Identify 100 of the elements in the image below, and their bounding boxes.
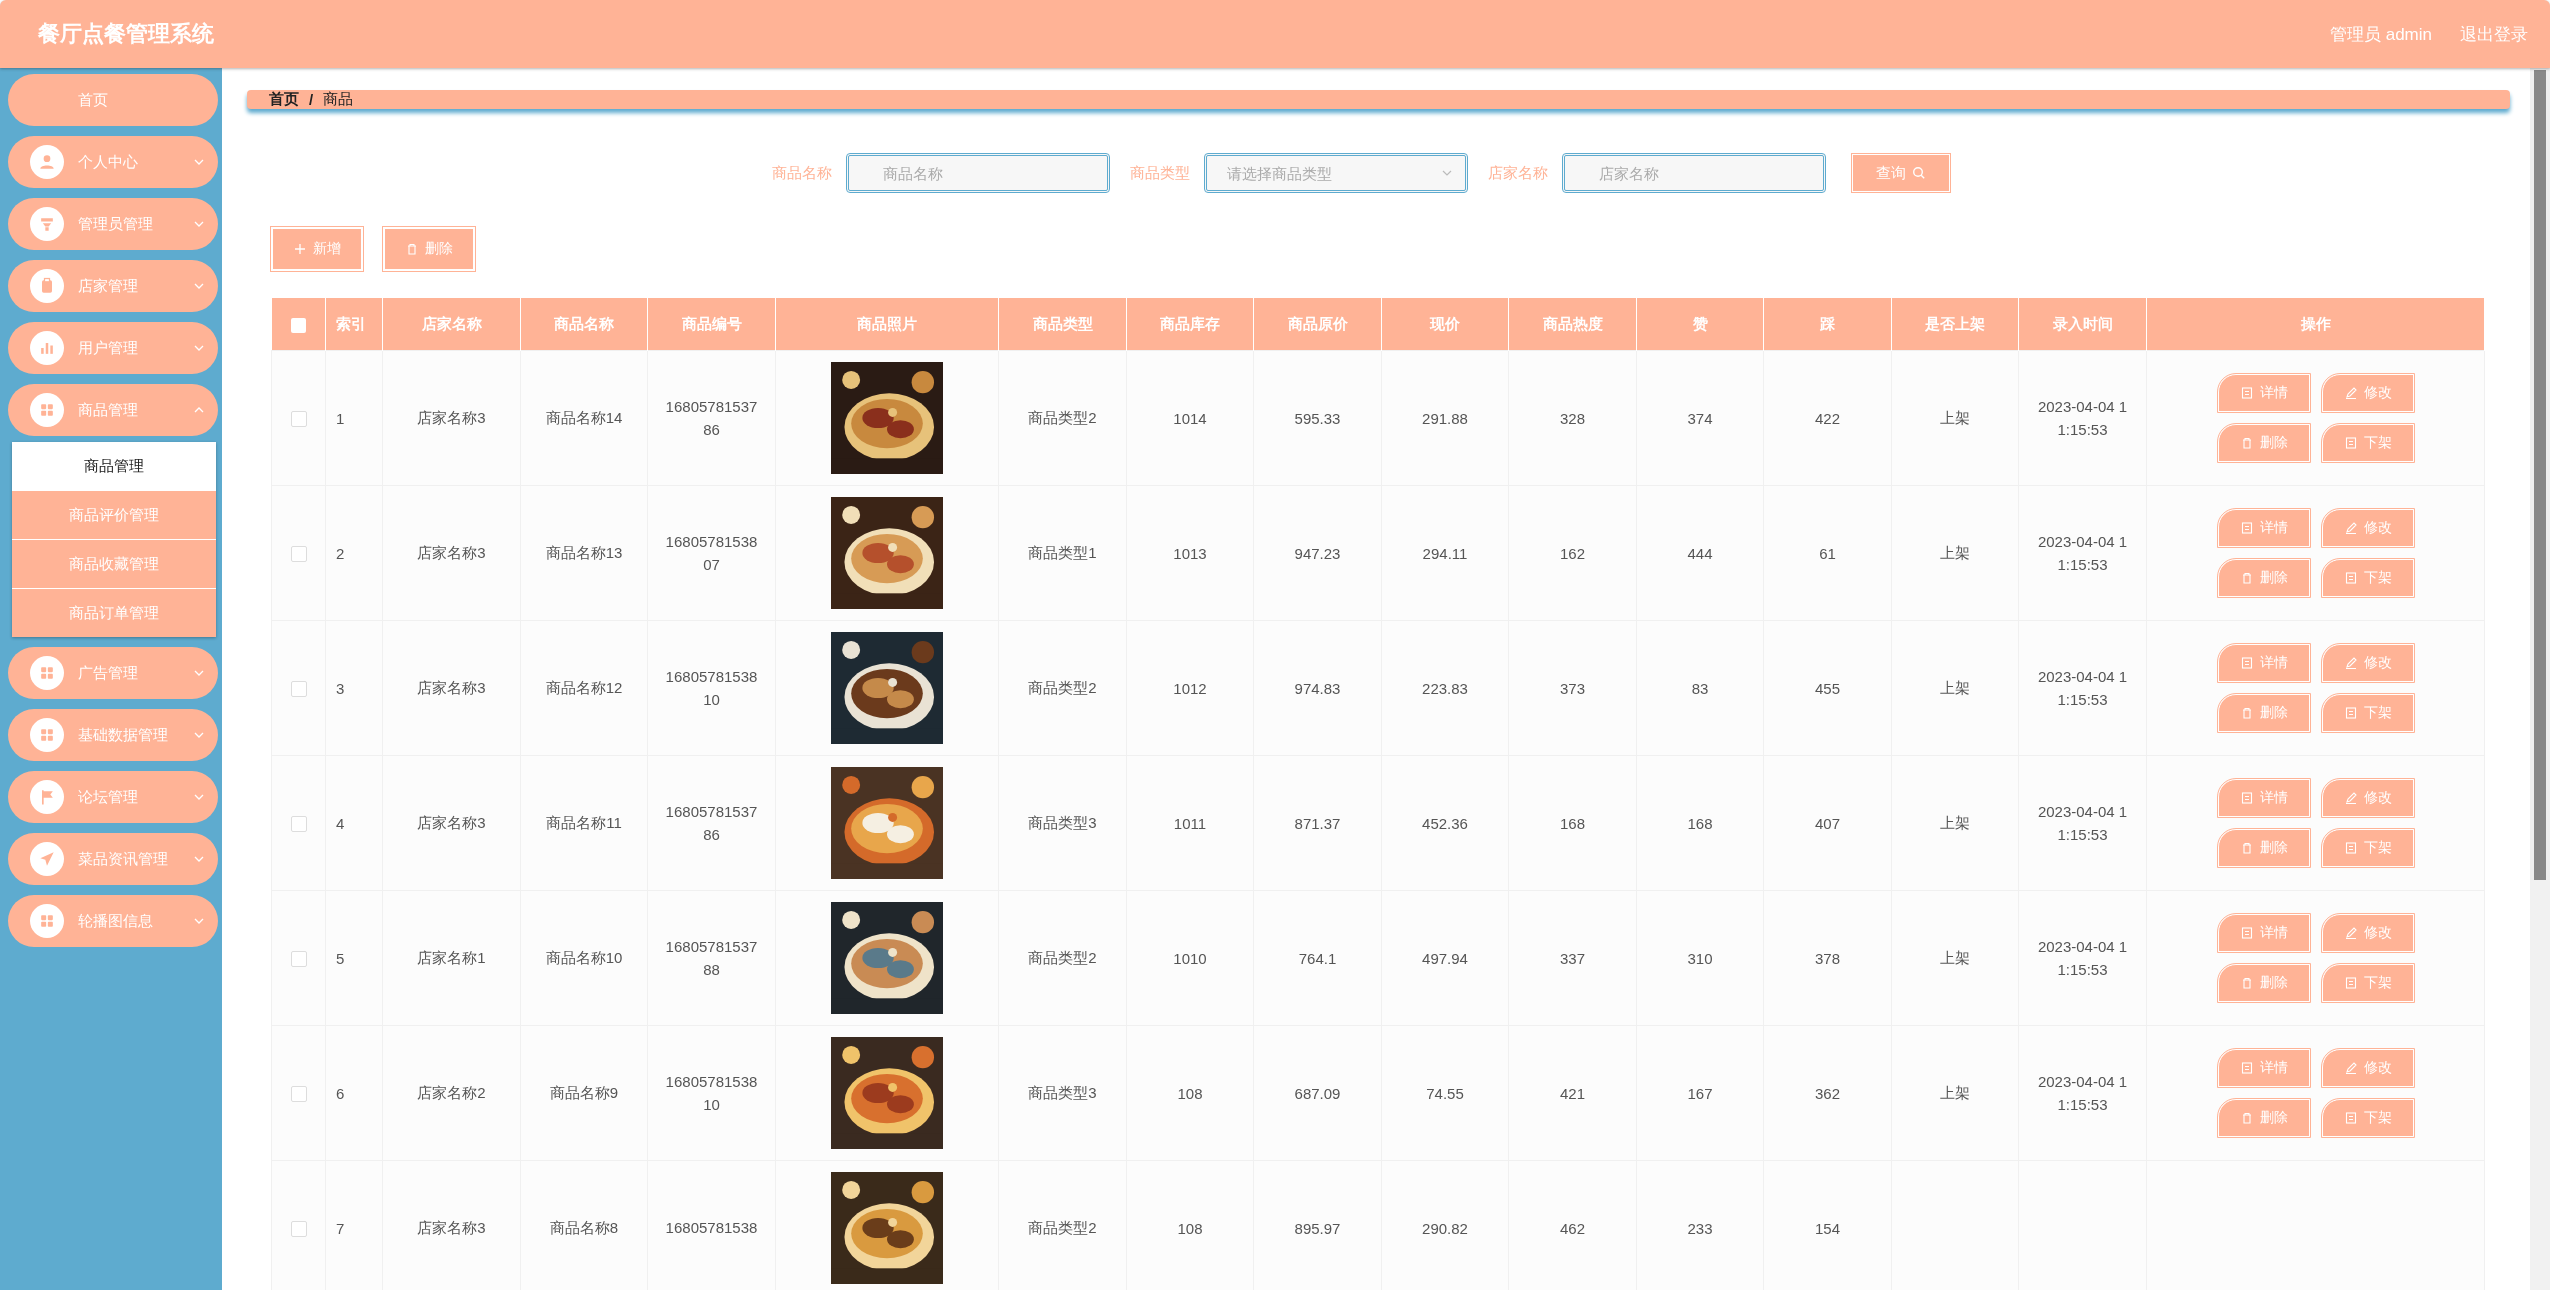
submenu-item[interactable]: 商品订单管理 <box>12 588 216 637</box>
table-cell-text: 2023-04-04 11:15:53 <box>2036 531 2129 575</box>
unlist-button[interactable]: 下架 <box>2321 829 2414 867</box>
delete-button[interactable]: 删除 <box>2217 964 2310 1002</box>
delete-button[interactable]: 删除 <box>2217 694 2310 732</box>
table-cell: 7 <box>336 1219 345 1237</box>
scrollbar[interactable] <box>2530 68 2550 1290</box>
table-cell: 422 <box>1815 409 1840 427</box>
table-cell: 上架 <box>1940 1083 1970 1101</box>
sidebar-item[interactable]: 轮播图信息 <box>8 895 218 947</box>
sidebar-item[interactable]: 个人中心 <box>8 136 218 188</box>
table-cell: 商品类型1 <box>1028 543 1097 561</box>
sidebar-item[interactable]: 广告管理 <box>8 647 218 699</box>
table-cell: 6 <box>336 1084 345 1102</box>
sidebar-item[interactable]: 论坛管理 <box>8 771 218 823</box>
unlist-button[interactable]: 下架 <box>2321 1099 2414 1137</box>
column-header: 现价 <box>1381 298 1509 351</box>
delete-button[interactable]: 删除 <box>2217 1099 2310 1137</box>
table-cell: 974.83 <box>1294 679 1341 697</box>
trash-icon <box>405 242 419 256</box>
table-cell: 223.83 <box>1422 679 1468 697</box>
sidebar-item[interactable]: 首页 <box>8 74 218 126</box>
unlist-button[interactable]: 下架 <box>2321 964 2414 1002</box>
table-cell-text: 2023-04-04 11:15:53 <box>2036 801 2129 845</box>
delete-button[interactable]: 删除 <box>383 227 475 271</box>
search-field[interactable]: 商品名称 <box>846 153 1110 193</box>
column-header: 赞 <box>1636 298 1764 351</box>
breadcrumb-separator: / <box>309 91 314 108</box>
sidebar-item[interactable]: 管理员管理 <box>8 198 218 250</box>
table-cell: 上架 <box>1940 408 1970 426</box>
table-cell-text: 16805781538 <box>664 1218 759 1239</box>
table-cell: 商品名称9 <box>549 1083 619 1101</box>
breadcrumb-link[interactable]: 首页 <box>269 90 299 109</box>
row-checkbox[interactable] <box>290 681 307 697</box>
detail-button[interactable]: 详情 <box>2217 374 2310 412</box>
unlist-button[interactable]: 下架 <box>2321 424 2414 462</box>
detail-button[interactable]: 详情 <box>2217 644 2310 682</box>
table-cell: 167 <box>1687 1084 1713 1102</box>
app-title: 餐厅点餐管理系统 <box>38 20 215 48</box>
row-checkbox[interactable] <box>290 1086 307 1102</box>
unlist-button[interactable]: 下架 <box>2321 694 2414 732</box>
edit-button[interactable]: 修改 <box>2321 644 2414 682</box>
detail-button[interactable]: 详情 <box>2217 509 2310 547</box>
document-icon <box>2343 706 2358 720</box>
row-checkbox[interactable] <box>290 411 307 427</box>
row-checkbox[interactable] <box>290 546 307 562</box>
table-cell: 337 <box>1560 949 1585 967</box>
edit-button[interactable]: 修改 <box>2321 914 2414 952</box>
table-cell: 店家名称2 <box>417 1083 486 1101</box>
table-cell: 154 <box>1815 1219 1840 1237</box>
document-icon <box>2239 386 2254 400</box>
table-cell: 452.36 <box>1422 814 1468 832</box>
table-cell: 291.88 <box>1422 409 1468 427</box>
unlist-button[interactable]: 下架 <box>2321 559 2414 597</box>
scrollbar-thumb[interactable] <box>2534 70 2546 880</box>
table-cell: 497.94 <box>1422 949 1468 967</box>
type-dropdown[interactable]: 请选择商品类型 <box>1204 153 1468 193</box>
document-icon <box>2239 656 2254 670</box>
table-cell: 373 <box>1560 679 1585 697</box>
edit-button[interactable]: 修改 <box>2321 509 2414 547</box>
detail-button[interactable]: 详情 <box>2217 779 2310 817</box>
table-cell: 83 <box>1691 679 1709 697</box>
edit-button[interactable]: 修改 <box>2321 374 2414 412</box>
table-cell: 商品类型3 <box>1028 1083 1097 1101</box>
table-cell: 74.55 <box>1426 1084 1464 1102</box>
delete-button[interactable]: 删除 <box>2217 829 2310 867</box>
row-checkbox[interactable] <box>290 951 307 967</box>
table-cell: 1012 <box>1173 679 1207 697</box>
submenu-item[interactable]: 商品管理 <box>12 442 216 490</box>
delete-button[interactable]: 删除 <box>2217 559 2310 597</box>
sidebar-item[interactable]: 商品管理 <box>8 384 218 436</box>
grid-icon <box>30 904 64 938</box>
column-header: 商品热度 <box>1508 298 1637 351</box>
submenu-item[interactable]: 商品评价管理 <box>12 490 216 539</box>
table-cell: 108 <box>1177 1219 1203 1237</box>
row-checkbox[interactable] <box>290 1221 307 1237</box>
edit-button[interactable]: 修改 <box>2321 779 2414 817</box>
submenu-item[interactable]: 商品收藏管理 <box>12 539 216 588</box>
detail-button[interactable]: 详情 <box>2217 914 2310 952</box>
column-header: 商品库存 <box>1126 298 1254 351</box>
search-field[interactable]: 店家名称 <box>1562 153 1826 193</box>
sidebar-item[interactable]: 店家管理 <box>8 260 218 312</box>
sidebar-item[interactable]: 用户管理 <box>8 322 218 374</box>
table-cell: 455 <box>1815 679 1840 697</box>
table-cell: 764.1 <box>1298 949 1337 967</box>
table-cell: 595.33 <box>1294 409 1341 427</box>
document-icon <box>2239 926 2254 940</box>
table-cell: 商品类型2 <box>1028 408 1097 426</box>
sidebar-item[interactable]: 基础数据管理 <box>8 709 218 761</box>
sidebar-item[interactable]: 菜品资讯管理 <box>8 833 218 885</box>
plus-icon <box>293 242 307 256</box>
select-all-checkbox[interactable] <box>290 317 306 333</box>
clipboard-icon <box>30 269 64 303</box>
add-button[interactable]: 新增 <box>271 227 363 271</box>
row-checkbox[interactable] <box>290 816 307 832</box>
edit-button[interactable]: 修改 <box>2321 1049 2414 1087</box>
delete-button[interactable]: 删除 <box>2217 424 2310 462</box>
detail-button[interactable]: 详情 <box>2217 1049 2310 1087</box>
logout-link[interactable]: 退出登录 <box>2460 22 2528 46</box>
search-button[interactable]: 查询 <box>1852 154 1950 192</box>
